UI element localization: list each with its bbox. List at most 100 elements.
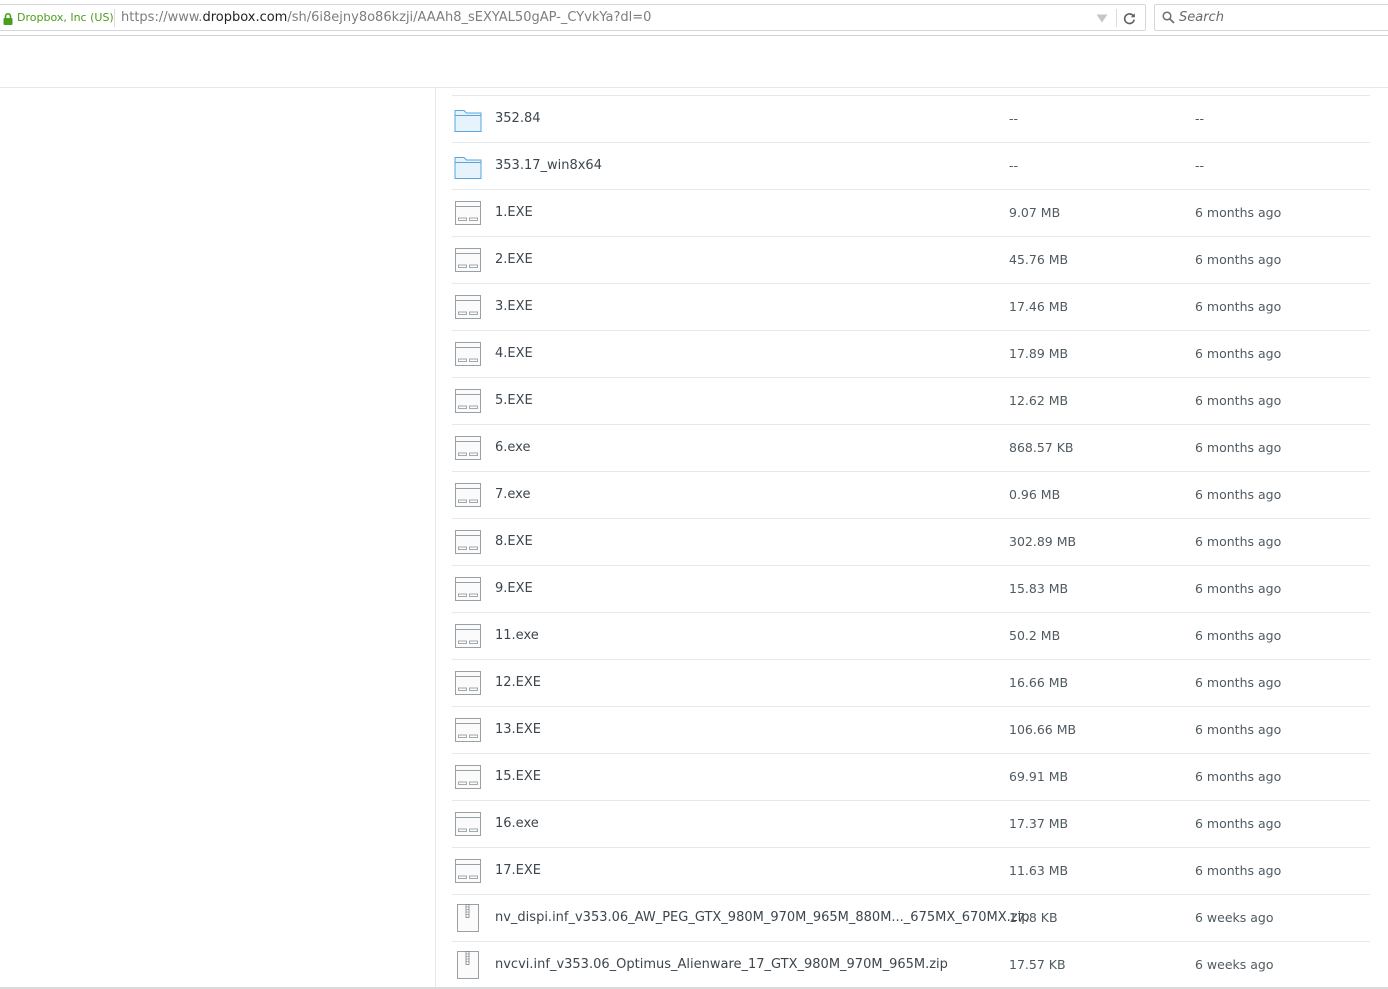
file-size: 12.62 MB: [1009, 393, 1069, 408]
file-row[interactable]: 17.EXE 11.63 MB 6 months ago: [452, 848, 1370, 895]
file-modified: 6 months ago: [1195, 252, 1282, 267]
file-name-link[interactable]: 1.EXE: [495, 205, 533, 220]
file-name-link[interactable]: 12.EXE: [495, 675, 541, 690]
file-modified: 6 months ago: [1195, 393, 1282, 408]
file-modified: 6 months ago: [1195, 722, 1282, 737]
file-row[interactable]: 1.EXE 9.07 MB 6 months ago: [452, 190, 1370, 237]
exe-file-icon: [454, 857, 482, 885]
file-row[interactable]: 8.EXE 302.89 MB 6 months ago: [452, 519, 1370, 566]
file-size: 9.07 MB: [1009, 205, 1061, 220]
file-size: 868.57 KB: [1009, 440, 1074, 455]
file-modified: 6 months ago: [1195, 440, 1282, 455]
file-modified: 6 months ago: [1195, 863, 1282, 878]
file-size: --: [1009, 111, 1019, 126]
file-size: 69.91 MB: [1009, 769, 1069, 784]
file-name-link[interactable]: 7.exe: [495, 487, 530, 502]
file-name-link[interactable]: nv_dispi.inf_v353.06_AW_PEG_GTX_980M_970…: [495, 910, 1030, 925]
exe-file-icon: [454, 669, 482, 697]
exe-file-icon: [454, 246, 482, 274]
file-modified: 6 months ago: [1195, 581, 1282, 596]
file-modified: 6 months ago: [1195, 628, 1282, 643]
browser-search-box[interactable]: [1154, 4, 1388, 31]
file-size: 17.57 KB: [1009, 957, 1066, 972]
file-row[interactable]: 7.exe 0.96 MB 6 months ago: [452, 472, 1370, 519]
exe-file-icon: [454, 810, 482, 838]
site-identity-label[interactable]: Dropbox, Inc (US): [17, 11, 114, 24]
file-name-link[interactable]: 2.EXE: [495, 252, 533, 267]
file-row[interactable]: 2.EXE 45.76 MB 6 months ago: [452, 237, 1370, 284]
file-row[interactable]: 6.exe 868.57 KB 6 months ago: [452, 425, 1370, 472]
file-name-link[interactable]: 13.EXE: [495, 722, 541, 737]
exe-file-icon: [454, 434, 482, 462]
file-size: 106.66 MB: [1009, 722, 1077, 737]
file-modified: 6 months ago: [1195, 487, 1282, 502]
file-row[interactable]: 13.EXE 106.66 MB 6 months ago: [452, 707, 1370, 754]
page-header: [0, 36, 1388, 88]
file-modified: 6 weeks ago: [1195, 957, 1274, 972]
file-size: 16.66 MB: [1009, 675, 1069, 690]
exe-file-icon: [454, 340, 482, 368]
exe-file-icon: [454, 528, 482, 556]
file-row[interactable]: 9.EXE 15.83 MB 6 months ago: [452, 566, 1370, 613]
zip-file-icon: [454, 904, 482, 932]
file-row[interactable]: 352.84 -- --: [452, 96, 1370, 143]
reload-icon[interactable]: [1123, 12, 1136, 25]
url-domain: dropbox.com: [202, 10, 288, 25]
file-list: 352.84 -- -- 353.17_win8x64 -- -- 1.EXE 9.07 MB…: [452, 96, 1370, 989]
file-modified: 6 months ago: [1195, 769, 1282, 784]
file-size: 17.8 KB: [1009, 910, 1058, 925]
file-name-link[interactable]: 17.EXE: [495, 863, 541, 878]
file-browser: 352.84 -- -- 353.17_win8x64 -- -- 1.EXE 9.07 MB…: [437, 88, 1388, 989]
url-path: /sh/6i8ejny8o86kzji/AAAh8_sEXYAL50gAP-_C…: [287, 10, 652, 25]
file-modified: --: [1195, 111, 1205, 126]
file-row[interactable]: 4.EXE 17.89 MB 6 months ago: [452, 331, 1370, 378]
file-size: --: [1009, 158, 1019, 173]
file-row[interactable]: 3.EXE 17.46 MB 6 months ago: [452, 284, 1370, 331]
file-row[interactable]: 12.EXE 16.66 MB 6 months ago: [452, 660, 1370, 707]
file-name-link[interactable]: 6.exe: [495, 440, 530, 455]
file-row[interactable]: nvcvi.inf_v353.06_Optimus_Alienware_17_G…: [452, 942, 1370, 989]
file-size: 17.89 MB: [1009, 346, 1069, 361]
file-modified: 6 weeks ago: [1195, 910, 1274, 925]
file-row[interactable]: 16.exe 17.37 MB 6 months ago: [452, 801, 1370, 848]
file-row[interactable]: 11.exe 50.2 MB 6 months ago: [452, 613, 1370, 660]
history-dropdown-icon[interactable]: [1096, 14, 1108, 23]
file-row[interactable]: 15.EXE 69.91 MB 6 months ago: [452, 754, 1370, 801]
identity-divider: [114, 9, 115, 27]
url-divider: [1116, 9, 1117, 27]
file-size: 45.76 MB: [1009, 252, 1069, 267]
file-name-link[interactable]: 11.exe: [495, 628, 539, 643]
file-modified: --: [1195, 158, 1205, 173]
file-row[interactable]: nv_dispi.inf_v353.06_AW_PEG_GTX_980M_970…: [452, 895, 1370, 942]
file-name-link[interactable]: 4.EXE: [495, 346, 533, 361]
file-name-link[interactable]: 16.exe: [495, 816, 539, 831]
file-row[interactable]: 353.17_win8x64 -- --: [452, 143, 1370, 190]
file-name-link[interactable]: 9.EXE: [495, 581, 533, 596]
file-size: 50.2 MB: [1009, 628, 1061, 643]
file-name-link[interactable]: 5.EXE: [495, 393, 533, 408]
search-icon: [1162, 11, 1175, 24]
exe-file-icon: [454, 199, 482, 227]
file-name-link[interactable]: nvcvi.inf_v353.06_Optimus_Alienware_17_G…: [495, 957, 948, 972]
lock-icon: [3, 13, 13, 25]
file-size: 0.96 MB: [1009, 487, 1061, 502]
file-size: 15.83 MB: [1009, 581, 1069, 596]
exe-file-icon: [454, 622, 482, 650]
search-input[interactable]: [1179, 8, 1379, 27]
exe-file-icon: [454, 716, 482, 744]
file-name-link[interactable]: 8.EXE: [495, 534, 533, 549]
file-modified: 6 months ago: [1195, 816, 1282, 831]
folder-icon: [454, 152, 482, 180]
file-row[interactable]: 5.EXE 12.62 MB 6 months ago: [452, 378, 1370, 425]
folder-icon: [454, 105, 482, 133]
file-size: 17.37 MB: [1009, 816, 1069, 831]
file-name-link[interactable]: 15.EXE: [495, 769, 541, 784]
exe-file-icon: [454, 575, 482, 603]
address-bar[interactable]: Dropbox, Inc (US) https://www.dropbox.co…: [0, 4, 1146, 31]
url-text[interactable]: https://www.dropbox.com/sh/6i8ejny8o86kz…: [121, 10, 651, 25]
file-name-link[interactable]: 353.17_win8x64: [495, 158, 602, 173]
file-name-link[interactable]: 352.84: [495, 111, 541, 126]
file-name-link[interactable]: 3.EXE: [495, 299, 533, 314]
zip-file-icon: [454, 951, 482, 979]
exe-file-icon: [454, 387, 482, 415]
